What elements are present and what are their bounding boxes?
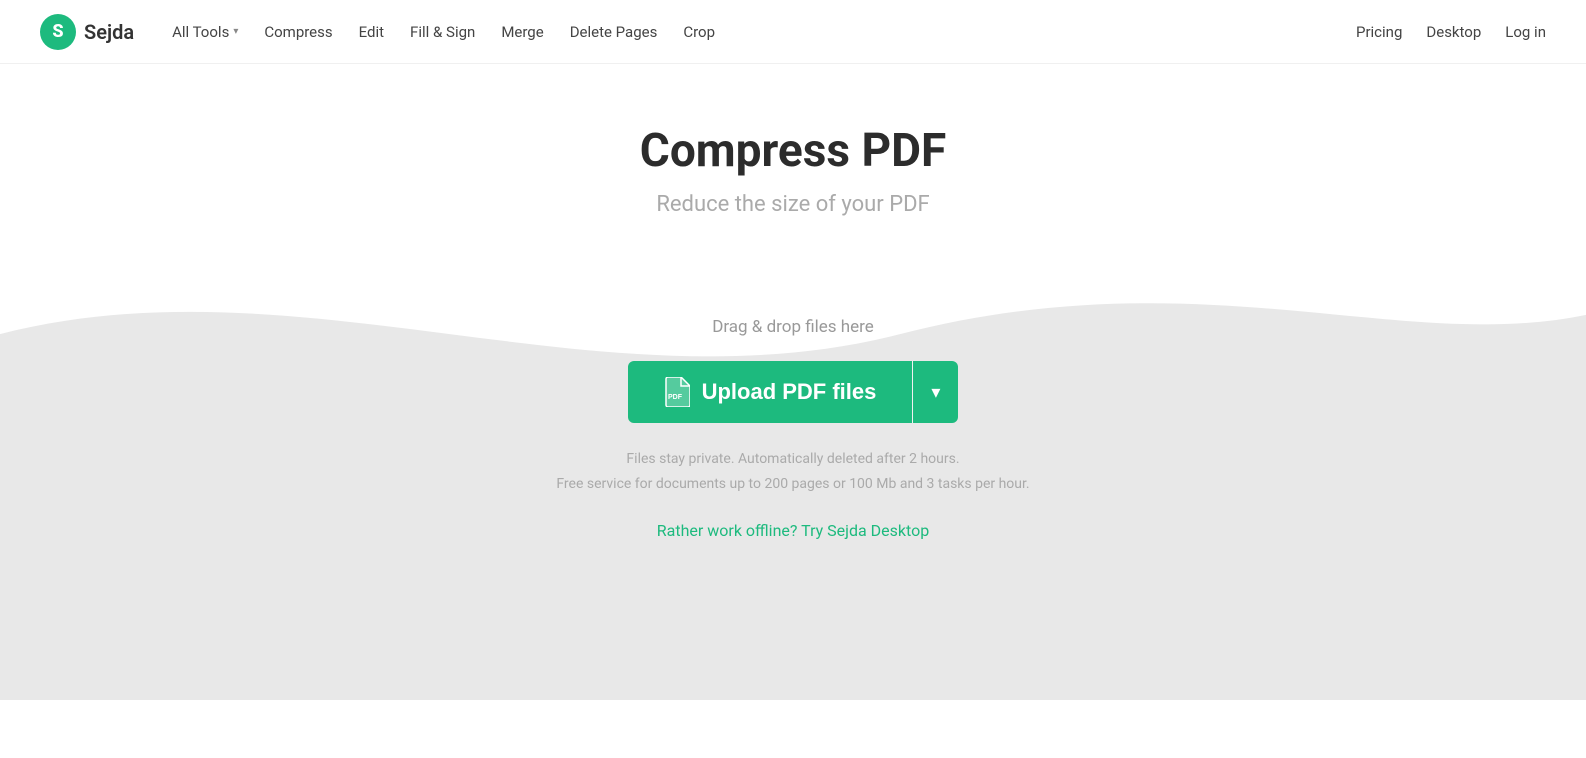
nav-crop[interactable]: Crop (673, 17, 725, 47)
upload-pdf-button[interactable]: PDF Upload PDF files (628, 361, 913, 423)
drag-drop-label: Drag & drop files here (712, 317, 874, 337)
nav-edit[interactable]: Edit (349, 17, 394, 47)
nav-compress[interactable]: Compress (254, 17, 342, 47)
upload-section: Drag & drop files here PDF Upload PDF fi… (0, 257, 1586, 700)
logo-text: Sejda (84, 20, 134, 44)
hero-subtitle: Reduce the size of your PDF (20, 192, 1566, 217)
hero-section: Compress PDF Reduce the size of your PDF (0, 64, 1586, 257)
main-nav: All Tools ▾ Compress Edit Fill & Sign Me… (162, 17, 725, 47)
nav-login[interactable]: Log in (1505, 23, 1546, 41)
privacy-info: Files stay private. Automatically delete… (556, 447, 1029, 497)
nav-desktop[interactable]: Desktop (1426, 23, 1481, 41)
upload-button-group: PDF Upload PDF files ▾ (628, 361, 959, 423)
nav-pricing[interactable]: Pricing (1356, 23, 1402, 41)
chevron-down-icon: ▾ (931, 382, 940, 403)
nav-left: S Sejda All Tools ▾ Compress Edit Fill &… (40, 14, 725, 50)
nav-all-tools[interactable]: All Tools ▾ (162, 17, 248, 47)
upload-dropdown-button[interactable]: ▾ (913, 361, 958, 423)
logo-icon: S (40, 14, 76, 50)
logo[interactable]: S Sejda (40, 14, 134, 50)
nav-delete-pages[interactable]: Delete Pages (560, 17, 668, 47)
nav-merge[interactable]: Merge (491, 17, 553, 47)
privacy-line2: Free service for documents up to 200 pag… (556, 472, 1029, 497)
header: S Sejda All Tools ▾ Compress Edit Fill &… (0, 0, 1586, 64)
upload-button-label: Upload PDF files (702, 379, 877, 405)
pdf-file-icon: PDF (664, 377, 690, 407)
nav-right: Pricing Desktop Log in (1356, 23, 1546, 41)
page-title: Compress PDF (20, 124, 1566, 178)
upload-area: Drag & drop files here PDF Upload PDF fi… (0, 257, 1586, 620)
offline-link[interactable]: Rather work offline? Try Sejda Desktop (657, 521, 929, 540)
svg-text:PDF: PDF (668, 394, 683, 401)
nav-fill-sign[interactable]: Fill & Sign (400, 17, 485, 47)
chevron-down-icon: ▾ (233, 26, 238, 37)
privacy-line1: Files stay private. Automatically delete… (556, 447, 1029, 472)
